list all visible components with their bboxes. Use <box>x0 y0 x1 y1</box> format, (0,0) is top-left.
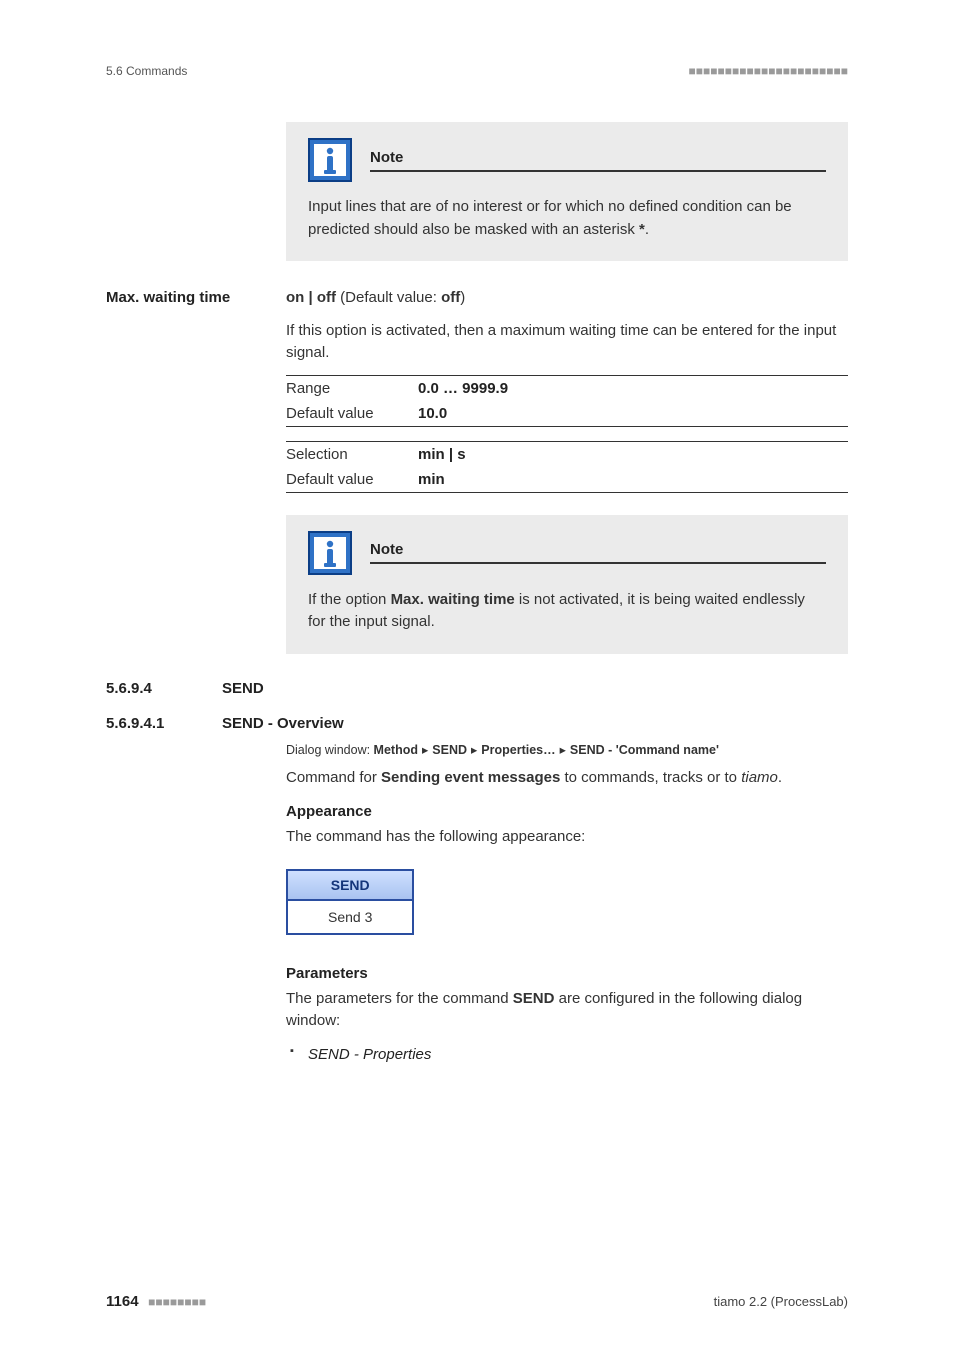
parameters-list: SEND - Properties <box>286 1043 848 1067</box>
parameters-title: Parameters <box>286 965 848 982</box>
section-number: 5.6.9.4 <box>106 680 198 697</box>
header-section-ref: 5.6 Commands <box>106 64 187 78</box>
note-body-pre: If the option <box>308 591 391 608</box>
section-title: SEND - Overview <box>222 715 344 732</box>
info-icon <box>308 138 352 182</box>
note-body-post: . <box>645 221 649 238</box>
note-body-bold: Max. waiting time <box>391 591 515 608</box>
param-label: Selection <box>286 441 418 467</box>
note-body: Input lines that are of no interest or f… <box>308 196 826 241</box>
section-title: SEND <box>222 680 264 697</box>
param-value: 10.0 <box>418 401 848 427</box>
cmd-ital: tiamo <box>741 769 778 786</box>
footer-product: tiamo 2.2 (ProcessLab) <box>714 1294 848 1309</box>
params-intro-bold: SEND <box>513 990 555 1007</box>
cmd-pre: Command for <box>286 769 381 786</box>
param-table: Selectionmin | s Default valuemin <box>286 441 848 493</box>
footer-left: 1164 ■■■■■■■■ <box>106 1293 206 1310</box>
cmd-mid: to commands, tracks or to <box>560 769 741 786</box>
param-table: Range0.0 … 9999.9 Default value10.0 <box>286 375 848 427</box>
param-value: 0.0 … 9999.9 <box>418 375 848 401</box>
dialog-part: Method <box>374 743 418 757</box>
onoff-line: on | off (Default value: off) <box>286 287 848 310</box>
note-rule <box>370 170 826 172</box>
header-dashes: ■■■■■■■■■■■■■■■■■■■■■■ <box>689 64 848 78</box>
note-body-text: Input lines that are of no interest or f… <box>308 198 792 238</box>
parameters-intro: The parameters for the command SEND are … <box>286 988 848 1033</box>
params-intro-pre: The parameters for the command <box>286 990 513 1007</box>
note-title: Note <box>370 149 826 168</box>
list-item: SEND - Properties <box>286 1043 848 1067</box>
field-label: Max. waiting time <box>106 287 286 306</box>
section-heading: 5.6.9.4 SEND <box>106 680 848 697</box>
appearance-title: Appearance <box>286 803 848 820</box>
chevron-right-icon: ▸ <box>556 743 570 757</box>
field-row: Max. waiting time on | off (Default valu… <box>106 287 848 507</box>
onoff-mid: (Default value: <box>336 289 441 306</box>
dialog-part: SEND <box>432 743 467 757</box>
note-block: Note Input lines that are of no interest… <box>286 122 848 261</box>
page-footer: 1164 ■■■■■■■■ tiamo 2.2 (ProcessLab) <box>106 1293 848 1310</box>
note-header: Note <box>308 531 826 575</box>
overview-body: Command for Sending event messages to co… <box>286 767 848 1067</box>
note-title: Note <box>370 541 826 560</box>
section-number: 5.6.9.4.1 <box>106 715 198 732</box>
note-rule <box>370 562 826 564</box>
send-widget-body: Send 3 <box>288 901 412 933</box>
onoff-pre: on | off <box>286 289 336 306</box>
dialog-part: SEND - 'Command name' <box>570 743 719 757</box>
section-heading: 5.6.9.4.1 SEND - Overview <box>106 715 848 732</box>
onoff-post: ) <box>460 289 465 306</box>
field-desc: If this option is activated, then a maxi… <box>286 320 848 365</box>
note-block: Note If the option Max. waiting time is … <box>286 515 848 654</box>
chevron-right-icon: ▸ <box>467 743 481 757</box>
onoff-bold: off <box>441 289 460 306</box>
list-item-text: SEND - Properties <box>308 1046 431 1063</box>
field-content: on | off (Default value: off) If this op… <box>286 287 848 507</box>
overview-command-line: Command for Sending event messages to co… <box>286 767 848 790</box>
param-label: Default value <box>286 401 418 427</box>
param-value: min <box>418 467 848 493</box>
dialog-path: Dialog window: Method▸SEND▸Properties…▸S… <box>286 742 848 757</box>
dialog-part: Properties… <box>481 743 555 757</box>
param-label: Range <box>286 375 418 401</box>
page-number: 1164 <box>106 1293 139 1310</box>
dialog-prefix: Dialog window: <box>286 743 374 757</box>
note-body: If the option Max. waiting time is not a… <box>308 589 826 634</box>
info-icon <box>308 531 352 575</box>
footer-dashes: ■■■■■■■■ <box>148 1295 206 1309</box>
send-command-widget: SEND Send 3 <box>286 869 414 935</box>
send-widget-header: SEND <box>288 871 412 901</box>
appearance-intro: The command has the following appearance… <box>286 826 848 849</box>
page: 5.6 Commands ■■■■■■■■■■■■■■■■■■■■■■ Note… <box>0 0 954 1350</box>
cmd-bold: Sending event messages <box>381 769 560 786</box>
note-header: Note <box>308 138 826 182</box>
chevron-right-icon: ▸ <box>418 743 432 757</box>
cmd-post: . <box>778 769 782 786</box>
param-value: min | s <box>418 441 848 467</box>
param-label: Default value <box>286 467 418 493</box>
running-header: 5.6 Commands ■■■■■■■■■■■■■■■■■■■■■■ <box>106 64 848 78</box>
